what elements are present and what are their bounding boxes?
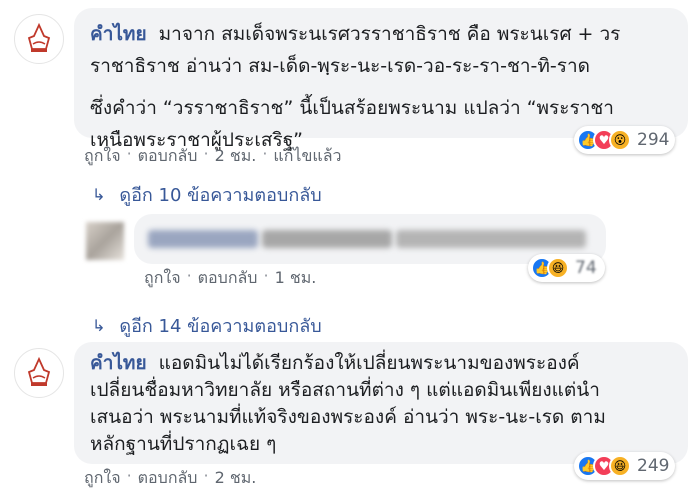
comment-text-line: เปลี่ยนชื่อมหาวิทยาลัย หรือสถานที่ต่าง ๆ… (90, 379, 600, 401)
timestamp[interactable]: 2 ชม. (215, 144, 257, 169)
reaction-count: 294 (637, 130, 670, 150)
reply-button[interactable]: ตอบกลับ (198, 266, 258, 291)
view-more-replies-label: ดูอีก 10 ข้อความตอบกลับ (119, 185, 322, 206)
blurred-reply-avatar (86, 222, 124, 260)
view-more-replies-label: ดูอีก 14 ข้อความตอบกลับ (119, 316, 322, 337)
wow-icon: 😮 (609, 129, 631, 151)
comment-text-line: เสนอว่า พระนามที่แท้จริงของพระองค์ อ่านว… (90, 406, 606, 428)
like-button[interactable]: ถูกใจ (84, 466, 121, 491)
view-more-replies-1[interactable]: ↳ ดูอีก 10 ข้อความตอบกลับ (92, 180, 322, 209)
reply-arrow-icon: ↳ (92, 316, 106, 335)
comment-author[interactable]: คำไทย (90, 352, 147, 374)
separator: · (263, 266, 269, 285)
timestamp[interactable]: 1 ชม. (275, 266, 317, 291)
separator: · (262, 144, 268, 163)
blurred-reply-text (396, 230, 586, 248)
comment-text-line: ซึ่งคำว่า “วรราชาธิราช” นี้เป็นสร้อยพระน… (90, 97, 614, 119)
view-more-replies-2[interactable]: ↳ ดูอีก 14 ข้อความตอบกลับ (92, 311, 322, 340)
reactions-summary[interactable]: 👍 ♥ 😮 294 (574, 126, 676, 154)
comment-actions: ถูกใจ · ตอบกลับ · 2 ชม. · แก้ไขแล้ว (84, 144, 342, 169)
page-avatar[interactable] (14, 348, 64, 398)
comment-text-line: มาจาก สมเด็จพระนเรศวรราชาธิราช คือ พระนเ… (158, 23, 621, 45)
separator: · (126, 466, 132, 485)
reply-button[interactable]: ตอบกลับ (138, 144, 198, 169)
edited-label[interactable]: แก้ไขแล้ว (273, 144, 341, 169)
comment-bubble-2: คำไทย แอดมินไม่ได้เรียกร้องให้เปลี่ยนพระ… (74, 342, 688, 464)
separator: · (203, 466, 209, 485)
comment-text-line: แอดมินไม่ได้เรียกร้องให้เปลี่ยนพระนามของ… (158, 352, 580, 374)
separator: · (126, 144, 132, 163)
reply-actions: ถูกใจ · ตอบกลับ · 1 ชม. (144, 266, 316, 291)
blurred-reply-text (262, 230, 392, 248)
like-button[interactable]: ถูกใจ (144, 266, 181, 291)
separator: · (186, 266, 192, 285)
page-avatar[interactable] (14, 14, 64, 64)
haha-icon: 😆 (547, 257, 569, 279)
like-button[interactable]: ถูกใจ (84, 144, 121, 169)
haha-icon: 😆 (609, 455, 631, 477)
temple-logo-icon (27, 22, 51, 52)
comment-author[interactable]: คำไทย (90, 23, 147, 45)
reactions-summary[interactable]: 👍 ♥ 😆 249 (574, 452, 676, 480)
comment-actions: ถูกใจ · ตอบกลับ · 2 ชม. (84, 466, 256, 491)
reaction-count: 249 (637, 456, 670, 476)
reactions-summary[interactable]: 👍 😆 74 (528, 254, 605, 282)
reaction-count: 74 (575, 258, 597, 278)
temple-logo-icon (27, 356, 51, 386)
blurred-reply-author (148, 230, 258, 248)
separator: · (203, 144, 209, 163)
reply-arrow-icon: ↳ (92, 185, 106, 204)
timestamp[interactable]: 2 ชม. (215, 466, 257, 491)
comment-bubble-1: คำไทย มาจาก สมเด็จพระนเรศวรราชาธิราช คือ… (74, 8, 688, 151)
comment-text-line: ราชาธิราช อ่านว่า สม-เด็ด-พฺระ-นะ-เรด-วอ… (90, 55, 590, 77)
reply-button[interactable]: ตอบกลับ (138, 466, 198, 491)
